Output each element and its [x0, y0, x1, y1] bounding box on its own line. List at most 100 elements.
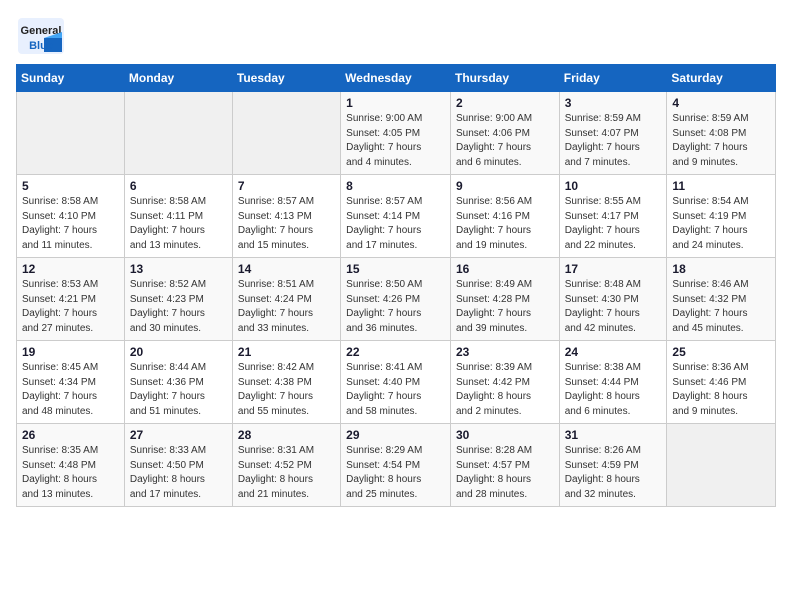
day-info: Sunrise: 9:00 AMSunset: 4:05 PMDaylight:… — [346, 112, 445, 170]
calendar-header-row: SundayMondayTuesdayWednesdayThursdayFrid… — [17, 65, 776, 92]
day-info: Sunrise: 8:59 AMSunset: 4:08 PMDaylight:… — [672, 112, 770, 170]
day-number: 31 — [565, 428, 662, 442]
day-number: 28 — [238, 428, 335, 442]
day-number: 24 — [565, 345, 662, 359]
calendar-cell: 14 Sunrise: 8:51 AMSunset: 4:24 PMDayligh… — [232, 258, 340, 341]
day-info: Sunrise: 8:51 AMSunset: 4:24 PMDaylight:… — [238, 278, 335, 336]
calendar-cell — [232, 92, 340, 175]
day-number: 12 — [22, 262, 119, 276]
calendar-cell: 29 Sunrise: 8:29 AMSunset: 4:54 PMDayligh… — [341, 424, 451, 507]
calendar-cell: 22 Sunrise: 8:41 AMSunset: 4:40 PMDayligh… — [341, 341, 451, 424]
day-info: Sunrise: 8:58 AMSunset: 4:11 PMDaylight:… — [130, 195, 227, 253]
day-info: Sunrise: 8:55 AMSunset: 4:17 PMDaylight:… — [565, 195, 662, 253]
page-header: General Blue — [16, 16, 776, 56]
day-info: Sunrise: 8:46 AMSunset: 4:32 PMDaylight:… — [672, 278, 770, 336]
calendar-cell: 3 Sunrise: 8:59 AMSunset: 4:07 PMDaylight… — [559, 92, 667, 175]
calendar-cell: 20 Sunrise: 8:44 AMSunset: 4:36 PMDayligh… — [124, 341, 232, 424]
day-number: 10 — [565, 179, 662, 193]
day-info: Sunrise: 8:49 AMSunset: 4:28 PMDaylight:… — [456, 278, 554, 336]
day-number: 30 — [456, 428, 554, 442]
day-number: 5 — [22, 179, 119, 193]
day-info: Sunrise: 8:36 AMSunset: 4:46 PMDaylight:… — [672, 361, 770, 419]
calendar-week-row: 19 Sunrise: 8:45 AMSunset: 4:34 PMDayligh… — [17, 341, 776, 424]
day-info: Sunrise: 8:59 AMSunset: 4:07 PMDaylight:… — [565, 112, 662, 170]
calendar-week-row: 12 Sunrise: 8:53 AMSunset: 4:21 PMDayligh… — [17, 258, 776, 341]
calendar-cell: 6 Sunrise: 8:58 AMSunset: 4:11 PMDaylight… — [124, 175, 232, 258]
day-info: Sunrise: 8:50 AMSunset: 4:26 PMDaylight:… — [346, 278, 445, 336]
day-info: Sunrise: 8:29 AMSunset: 4:54 PMDaylight:… — [346, 444, 445, 502]
day-info: Sunrise: 8:41 AMSunset: 4:40 PMDaylight:… — [346, 361, 445, 419]
day-info: Sunrise: 8:44 AMSunset: 4:36 PMDaylight:… — [130, 361, 227, 419]
day-number: 8 — [346, 179, 445, 193]
day-number: 26 — [22, 428, 119, 442]
calendar-cell: 18 Sunrise: 8:46 AMSunset: 4:32 PMDayligh… — [667, 258, 776, 341]
calendar-cell: 24 Sunrise: 8:38 AMSunset: 4:44 PMDayligh… — [559, 341, 667, 424]
day-number: 13 — [130, 262, 227, 276]
calendar-cell: 15 Sunrise: 8:50 AMSunset: 4:26 PMDayligh… — [341, 258, 451, 341]
calendar-cell: 11 Sunrise: 8:54 AMSunset: 4:19 PMDayligh… — [667, 175, 776, 258]
day-of-week-header: Wednesday — [341, 65, 451, 92]
day-of-week-header: Monday — [124, 65, 232, 92]
day-number: 25 — [672, 345, 770, 359]
calendar-cell: 21Sunrise: 8:42 AMSunset: 4:38 PMDayligh… — [232, 341, 340, 424]
calendar-cell: 26Sunrise: 8:35 AMSunset: 4:48 PMDayligh… — [17, 424, 125, 507]
calendar-cell: 9Sunrise: 8:56 AMSunset: 4:16 PMDaylight… — [450, 175, 559, 258]
day-number: 20 — [130, 345, 227, 359]
calendar-cell: 5 Sunrise: 8:58 AMSunset: 4:10 PMDaylight… — [17, 175, 125, 258]
svg-text:Blue: Blue — [29, 40, 53, 52]
day-number: 19 — [22, 345, 119, 359]
day-of-week-header: Sunday — [17, 65, 125, 92]
day-info: Sunrise: 8:33 AMSunset: 4:50 PMDaylight:… — [130, 444, 227, 502]
day-info: Sunrise: 8:38 AMSunset: 4:44 PMDaylight:… — [565, 361, 662, 419]
day-number: 29 — [346, 428, 445, 442]
day-number: 22 — [346, 345, 445, 359]
day-number: 4 — [672, 96, 770, 110]
calendar-table: SundayMondayTuesdayWednesdayThursdayFrid… — [16, 64, 776, 507]
day-number: 14 — [238, 262, 335, 276]
day-info: Sunrise: 9:00 AMSunset: 4:06 PMDaylight:… — [456, 112, 554, 170]
calendar-cell: 23 Sunrise: 8:39 AMSunset: 4:42 PMDayligh… — [450, 341, 559, 424]
calendar-week-row: 26Sunrise: 8:35 AMSunset: 4:48 PMDayligh… — [17, 424, 776, 507]
day-of-week-header: Tuesday — [232, 65, 340, 92]
day-number: 18 — [672, 262, 770, 276]
day-of-week-header: Friday — [559, 65, 667, 92]
calendar-cell: 13 Sunrise: 8:52 AMSunset: 4:23 PMDayligh… — [124, 258, 232, 341]
day-number: 15 — [346, 262, 445, 276]
calendar-cell: 17Sunrise: 8:48 AMSunset: 4:30 PMDayligh… — [559, 258, 667, 341]
day-info: Sunrise: 8:53 AMSunset: 4:21 PMDaylight:… — [22, 278, 119, 336]
calendar-cell: 2 Sunrise: 9:00 AMSunset: 4:06 PMDaylight… — [450, 92, 559, 175]
calendar-cell: 8Sunrise: 8:57 AMSunset: 4:14 PMDaylight… — [341, 175, 451, 258]
day-info: Sunrise: 8:42 AMSunset: 4:38 PMDaylight:… — [238, 361, 335, 419]
day-number: 2 — [456, 96, 554, 110]
day-number: 7 — [238, 179, 335, 193]
day-number: 11 — [672, 179, 770, 193]
day-info: Sunrise: 8:26 AMSunset: 4:59 PMDaylight:… — [565, 444, 662, 502]
calendar-cell — [667, 424, 776, 507]
calendar-cell — [17, 92, 125, 175]
calendar-week-row: 5 Sunrise: 8:58 AMSunset: 4:10 PMDaylight… — [17, 175, 776, 258]
day-info: Sunrise: 8:58 AMSunset: 4:10 PMDaylight:… — [22, 195, 119, 253]
day-info: Sunrise: 8:54 AMSunset: 4:19 PMDaylight:… — [672, 195, 770, 253]
day-number: 27 — [130, 428, 227, 442]
day-number: 16 — [456, 262, 554, 276]
day-number: 23 — [456, 345, 554, 359]
day-of-week-header: Thursday — [450, 65, 559, 92]
logo: General Blue — [16, 16, 66, 56]
day-of-week-header: Saturday — [667, 65, 776, 92]
day-info: Sunrise: 8:52 AMSunset: 4:23 PMDaylight:… — [130, 278, 227, 336]
calendar-cell: 7 Sunrise: 8:57 AMSunset: 4:13 PMDaylight… — [232, 175, 340, 258]
day-number: 9 — [456, 179, 554, 193]
day-info: Sunrise: 8:39 AMSunset: 4:42 PMDaylight:… — [456, 361, 554, 419]
calendar-body: 1 Sunrise: 9:00 AMSunset: 4:05 PMDaylight… — [17, 92, 776, 507]
day-number: 6 — [130, 179, 227, 193]
calendar-cell: 27 Sunrise: 8:33 AMSunset: 4:50 PMDayligh… — [124, 424, 232, 507]
day-info: Sunrise: 8:57 AMSunset: 4:13 PMDaylight:… — [238, 195, 335, 253]
day-info: Sunrise: 8:28 AMSunset: 4:57 PMDaylight:… — [456, 444, 554, 502]
day-info: Sunrise: 8:31 AMSunset: 4:52 PMDaylight:… — [238, 444, 335, 502]
day-info: Sunrise: 8:45 AMSunset: 4:34 PMDaylight:… — [22, 361, 119, 419]
calendar-cell: 30 Sunrise: 8:28 AMSunset: 4:57 PMDayligh… — [450, 424, 559, 507]
calendar-cell: 12 Sunrise: 8:53 AMSunset: 4:21 PMDayligh… — [17, 258, 125, 341]
calendar-cell: 31 Sunrise: 8:26 AMSunset: 4:59 PMDayligh… — [559, 424, 667, 507]
day-number: 1 — [346, 96, 445, 110]
day-number: 3 — [565, 96, 662, 110]
